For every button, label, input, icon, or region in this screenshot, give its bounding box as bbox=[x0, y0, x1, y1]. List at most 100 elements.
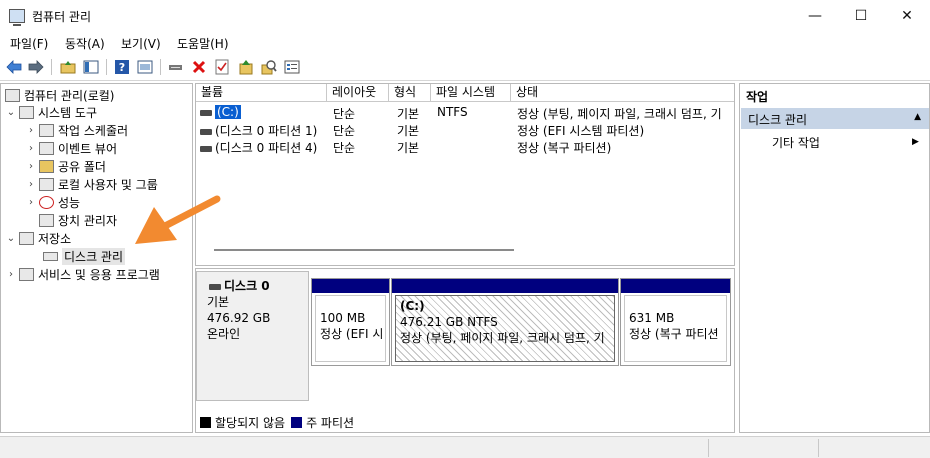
tree-label: 성능 bbox=[58, 195, 81, 210]
disk-size: 476.92 GB bbox=[207, 311, 271, 325]
more-actions[interactable]: 기타 작업 bbox=[772, 134, 820, 151]
minimize-button[interactable]: — bbox=[792, 0, 838, 32]
users-icon bbox=[39, 177, 54, 191]
column-header-layout[interactable]: 레이아웃 bbox=[327, 84, 389, 102]
clock-icon bbox=[39, 123, 54, 137]
primary-partition-bar bbox=[312, 279, 389, 293]
properties-icon[interactable] bbox=[283, 58, 301, 76]
title-bar: 컴퓨터 관리 — ☐ ✕ bbox=[0, 0, 930, 32]
tree-item-device-manager[interactable]: 장치 관리자 bbox=[37, 211, 117, 229]
close-button[interactable]: ✕ bbox=[884, 0, 930, 32]
horizontal-scrollbar[interactable] bbox=[214, 249, 514, 251]
up-folder-icon[interactable] bbox=[59, 58, 77, 76]
section-label: 디스크 관리 bbox=[748, 113, 808, 127]
submenu-arrow-icon[interactable]: ▶ bbox=[912, 137, 919, 147]
search-icon[interactable] bbox=[260, 58, 278, 76]
chevron-right-icon[interactable]: › bbox=[25, 125, 37, 136]
toolbar: ? bbox=[0, 54, 930, 81]
chevron-right-icon[interactable]: › bbox=[5, 269, 17, 280]
chevron-down-icon[interactable]: ⌄ bbox=[5, 233, 17, 244]
table-row[interactable]: (디스크 0 파티션 4) 단순 기본 정상 (복구 파티션) bbox=[196, 138, 734, 155]
status-bar bbox=[0, 436, 930, 458]
shared-folder-icon bbox=[39, 159, 54, 173]
tree-item-disk-management[interactable]: 디스크 관리 bbox=[41, 247, 126, 265]
tree-item-services-apps[interactable]: › 서비스 및 응용 프로그램 bbox=[5, 265, 160, 283]
partition-label: (C:) bbox=[400, 299, 425, 313]
partition-recovery[interactable]: 631 MB 정상 (복구 파티션 bbox=[620, 278, 731, 366]
chevron-right-icon[interactable]: › bbox=[25, 143, 37, 154]
menu-view[interactable]: 보기(V) bbox=[121, 35, 161, 52]
column-header-filesystem[interactable]: 파일 시스템 bbox=[431, 84, 511, 102]
tree-item-storage[interactable]: ⌄ 저장소 bbox=[5, 229, 71, 247]
open-icon[interactable] bbox=[237, 58, 255, 76]
tree-label: 작업 스케줄러 bbox=[58, 123, 129, 138]
tree-item-local-users[interactable]: › 로컬 사용자 및 그룹 bbox=[25, 175, 158, 193]
tree-label: 시스템 도구 bbox=[38, 105, 98, 120]
disk-icon bbox=[43, 251, 58, 261]
partition-body: 100 MB 정상 (EFI 시 bbox=[315, 295, 386, 362]
chevron-right-icon[interactable]: › bbox=[25, 197, 37, 208]
menu-file[interactable]: 파일(F) bbox=[10, 35, 48, 52]
forward-icon[interactable] bbox=[27, 58, 45, 76]
tree-label: 장치 관리자 bbox=[58, 213, 118, 228]
actions-pane bbox=[739, 83, 930, 433]
type-cell: 기본 bbox=[397, 141, 420, 155]
connect-icon[interactable] bbox=[167, 58, 185, 76]
partition-c[interactable]: (C:) 476.21 GB NTFS 정상 (부팅, 페이지 파일, 크래시 … bbox=[391, 278, 619, 366]
filesystem-cell: NTFS bbox=[437, 105, 468, 119]
tree-item-task-scheduler[interactable]: › 작업 스케줄러 bbox=[25, 121, 128, 139]
unallocated-swatch bbox=[200, 417, 211, 428]
show-hide-tree-icon[interactable] bbox=[82, 58, 100, 76]
menu-action[interactable]: 동작(A) bbox=[65, 35, 105, 52]
disk-icon bbox=[209, 283, 221, 290]
partition-body: (C:) 476.21 GB NTFS 정상 (부팅, 페이지 파일, 크래시 … bbox=[395, 295, 615, 362]
back-icon[interactable] bbox=[5, 58, 23, 76]
check-icon[interactable] bbox=[213, 58, 231, 76]
view-icon[interactable] bbox=[136, 58, 154, 76]
status-cell: 정상 (부팅, 페이지 파일, 크래시 덤프, 기 bbox=[517, 107, 722, 121]
partition-efi[interactable]: 100 MB 정상 (EFI 시 bbox=[311, 278, 390, 366]
tree-item-root[interactable]: 컴퓨터 관리(로컬) bbox=[5, 86, 114, 104]
tree-item-system-tools[interactable]: ⌄ 시스템 도구 bbox=[5, 103, 97, 121]
tree-item-shared-folders[interactable]: › 공유 폴더 bbox=[25, 157, 106, 175]
delete-icon[interactable] bbox=[190, 58, 208, 76]
menu-bar: 파일(F) 동작(A) 보기(V) 도움말(H) bbox=[0, 32, 930, 54]
storage-icon bbox=[19, 231, 34, 245]
menu-help[interactable]: 도움말(H) bbox=[177, 35, 229, 52]
computer-management-icon bbox=[9, 9, 25, 26]
tree-label: 공유 폴더 bbox=[58, 159, 106, 174]
column-header-type[interactable]: 형식 bbox=[389, 84, 431, 102]
disk-0-label[interactable]: 디스크 0 기본 476.92 GB 온라인 bbox=[196, 271, 309, 401]
device-manager-icon bbox=[39, 213, 54, 227]
chevron-down-icon[interactable]: ⌄ bbox=[5, 107, 17, 118]
table-row[interactable]: (C:) 단순 기본 NTFS 정상 (부팅, 페이지 파일, 크래시 덤프, … bbox=[196, 104, 734, 121]
status-cell: 정상 (EFI 시스템 파티션) bbox=[517, 124, 645, 138]
help-icon[interactable]: ? bbox=[113, 58, 131, 76]
tree-label: 로컬 사용자 및 그룹 bbox=[58, 177, 158, 192]
chevron-right-icon[interactable]: › bbox=[25, 179, 37, 190]
column-header-volume[interactable]: 볼륨 bbox=[196, 84, 327, 102]
maximize-button[interactable]: ☐ bbox=[838, 0, 884, 32]
primary-partition-bar bbox=[621, 279, 730, 293]
tree-item-event-viewer[interactable]: › 이벤트 뷰어 bbox=[25, 139, 117, 157]
volume-name: (C:) bbox=[215, 105, 241, 119]
chevron-right-icon[interactable]: › bbox=[25, 161, 37, 172]
actions-section-disk-management[interactable]: 디스크 관리 ▲ bbox=[741, 108, 929, 129]
status-cell: 정상 (복구 파티션) bbox=[517, 141, 612, 155]
tree-item-performance[interactable]: › 성능 bbox=[25, 193, 80, 211]
tree-label: 서비스 및 응용 프로그램 bbox=[38, 267, 160, 282]
tree-label: 디스크 관리 bbox=[62, 247, 126, 265]
partition-size: 476.21 GB NTFS bbox=[400, 315, 498, 329]
collapse-icon[interactable]: ▲ bbox=[914, 112, 921, 122]
tree-label: 저장소 bbox=[38, 231, 72, 246]
partition-body: 631 MB 정상 (복구 파티션 bbox=[624, 295, 727, 362]
disk-status: 온라인 bbox=[207, 327, 241, 341]
drive-icon bbox=[200, 109, 212, 116]
legend-unallocated: 할당되지 않음 bbox=[215, 416, 286, 430]
partition-status: 정상 (복구 파티션 bbox=[629, 327, 719, 341]
table-row[interactable]: (디스크 0 파티션 1) 단순 기본 정상 (EFI 시스템 파티션) bbox=[196, 121, 734, 138]
more-actions-label: 기타 작업 bbox=[772, 136, 820, 150]
drive-icon bbox=[200, 145, 212, 152]
column-header-status[interactable]: 상태 bbox=[511, 84, 734, 102]
computer-icon bbox=[5, 88, 20, 102]
